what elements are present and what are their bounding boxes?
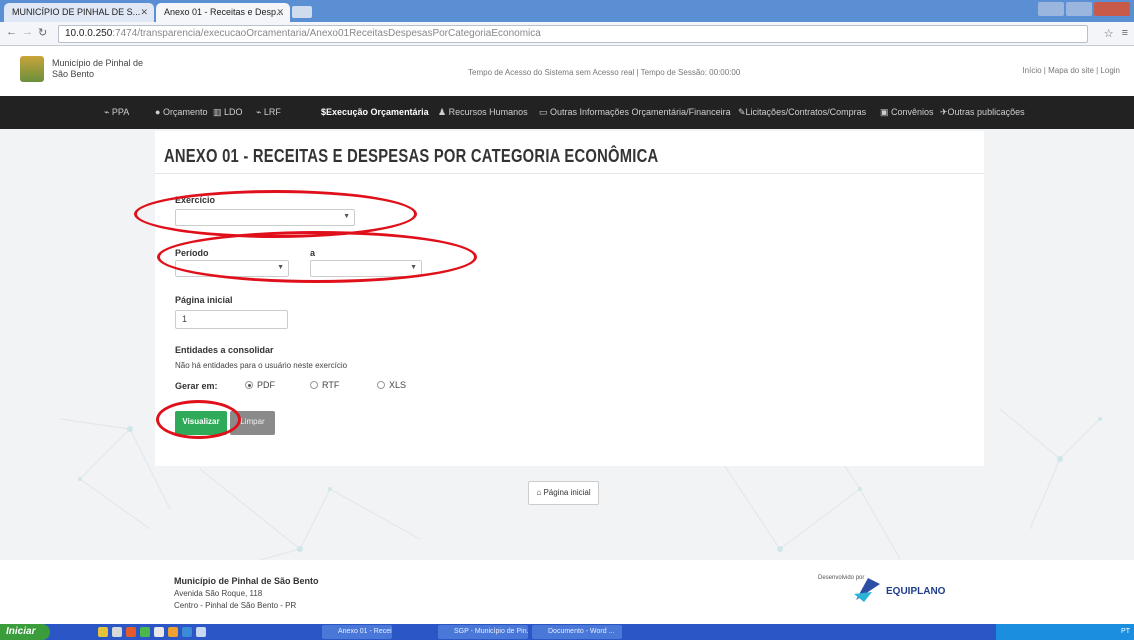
address-path: :7474/transparencia/execucaoOrcamentaria… — [112, 28, 541, 39]
session-info: Tempo de Acesso do Sistema sem Acesso re… — [468, 68, 741, 77]
user-links[interactable]: Início | Mapa do site | Login — [1022, 66, 1120, 75]
menu-item-orcamento[interactable]: ● Orçamento — [155, 107, 207, 117]
taskbar-task-sgp[interactable]: SGP - Município de Pin... — [438, 625, 528, 639]
reload-icon[interactable]: ↻ — [38, 26, 47, 39]
browser-tab-strip: MUNICÍPIO DE PINHAL DE S... ✕ Anexo 01 -… — [0, 0, 1134, 22]
taskbar-task-browser[interactable]: Anexo 01 - Receitas ... — [322, 625, 392, 639]
browser-actions: ☆ ≡ — [1104, 27, 1128, 40]
menu-item-lrf[interactable]: ⌁ LRF — [256, 107, 281, 118]
menu-item-rh[interactable]: ♟ Recursos Humanos — [438, 107, 528, 118]
equiplano-name[interactable]: EQUIPLANO — [886, 586, 945, 597]
pagina-inicial-input[interactable]: 1 — [175, 310, 288, 329]
quicklaunch-icon[interactable] — [196, 627, 206, 637]
entidades-note: Não há entidades para o usuário neste ex… — [175, 361, 348, 370]
taskbar-task-word[interactable]: Documento - Word ... — [532, 625, 622, 639]
tab-title: MUNICÍPIO DE PINHAL DE S... — [12, 7, 141, 17]
footer-address: Município de Pinhal de São Bento Avenida… — [174, 575, 319, 612]
os-taskbar: Iniciar Anexo 01 - Receitas ... SGP - Mu… — [0, 624, 1134, 640]
system-tray: PT — [996, 624, 1134, 640]
menu-icon[interactable]: ≡ — [1122, 27, 1128, 40]
footer-name: Município de Pinhal de São Bento — [174, 576, 319, 586]
pagina-inicial-label: Página inicial — [175, 295, 233, 305]
highlight-visualizar — [156, 400, 241, 439]
language-indicator[interactable]: PT — [1121, 628, 1130, 635]
highlight-exercicio — [134, 190, 417, 238]
close-icon[interactable]: ✕ — [276, 7, 284, 18]
close-icon[interactable]: ✕ — [140, 7, 148, 18]
menu-item-licitacoes[interactable]: ✎Licitações/Contratos/Compras — [738, 107, 866, 118]
wrench-icon: ✎ — [738, 107, 746, 117]
quicklaunch-icon[interactable] — [98, 627, 108, 637]
back-icon[interactable]: ← — [6, 26, 17, 38]
new-tab-button[interactable] — [292, 6, 312, 18]
radio-dot — [245, 381, 253, 389]
chart-icon: ⌁ — [104, 107, 112, 117]
footer-street: Avenida São Roque, 118 — [174, 589, 263, 598]
highlight-periodo — [157, 231, 477, 283]
menu-item-outras-info[interactable]: ▭ Outras Informações Orçamentária/Financ… — [539, 107, 731, 118]
start-button[interactable]: Iniciar — [0, 624, 50, 640]
report-form-card: ANEXO 01 - RECEITAS E DESPESAS POR CATEG… — [155, 131, 984, 466]
pagina-inicial-button[interactable]: ⌂ Página inicial — [528, 481, 599, 505]
quicklaunch-icon[interactable] — [112, 627, 122, 637]
quicklaunch-icon[interactable] — [154, 627, 164, 637]
menu-item-convenios[interactable]: ▣ Convênios — [880, 107, 934, 118]
municipality-logo — [20, 56, 44, 82]
entidades-label: Entidades a consolidar — [175, 345, 274, 355]
gerar-em-label: Gerar em: — [175, 381, 218, 391]
bookmark-star-icon[interactable]: ☆ — [1104, 27, 1114, 40]
menu-item-ldo[interactable]: ▥ LDO — [213, 107, 243, 118]
menu-item-ppa[interactable]: ⌁ PPA — [104, 107, 129, 118]
main-menu: ⌁ PPA ● Orçamento ▥ LDO ⌁ LRF $Execução … — [0, 96, 1134, 129]
browser-toolbar: ← → ↻ 10.0.0.250:7474/transparencia/exec… — [0, 22, 1134, 46]
format-pdf-radio[interactable]: PDF — [245, 380, 275, 390]
browser-tab-municipio[interactable]: MUNICÍPIO DE PINHAL DE S... ✕ — [4, 3, 154, 22]
window-controls — [1038, 2, 1130, 16]
quicklaunch-icon[interactable] — [182, 627, 192, 637]
quicklaunch-icon[interactable] — [126, 627, 136, 637]
plane-icon: ✈ — [940, 107, 948, 117]
title-divider — [155, 173, 984, 174]
minimize-button[interactable] — [1038, 2, 1064, 16]
footer-city: Centro - Pinhal de São Bento - PR — [174, 601, 297, 610]
folder-icon: ▭ — [539, 107, 551, 117]
format-rtf-radio[interactable]: RTF — [310, 380, 339, 390]
radio-dot — [310, 381, 318, 389]
brand-line-2: São Bento — [52, 69, 95, 79]
quicklaunch-icon[interactable] — [168, 627, 178, 637]
address-bar[interactable]: 10.0.0.250:7474/transparencia/execucaoOr… — [58, 25, 1088, 43]
site-brand[interactable]: Município de Pinhal de São Bento — [52, 58, 143, 80]
equiplano-logo-icon[interactable] — [850, 572, 884, 606]
format-xls-radio[interactable]: XLS — [377, 380, 406, 390]
menu-item-outras-publicacoes[interactable]: ✈Outras publicações — [940, 107, 1025, 118]
bank-icon: ▥ — [213, 107, 225, 117]
page-title: ANEXO 01 - RECEITAS E DESPESAS POR CATEG… — [164, 146, 659, 166]
address-host: 10.0.0.250 — [65, 28, 113, 39]
maximize-button[interactable] — [1066, 2, 1092, 16]
id-icon: ▣ — [880, 107, 892, 117]
chart-icon: ⌁ — [256, 107, 264, 117]
site-header: Município de Pinhal de São Bento Tempo d… — [0, 46, 1134, 96]
forward-icon[interactable]: → — [22, 26, 33, 38]
site-footer: Município de Pinhal de São Bento Avenida… — [0, 560, 1134, 624]
radio-dot — [377, 381, 385, 389]
quicklaunch-icon[interactable] — [140, 627, 150, 637]
browser-tab-anexo[interactable]: Anexo 01 - Receitas e Desp... ✕ — [156, 3, 290, 22]
tab-title: Anexo 01 - Receitas e Desp... — [164, 7, 284, 17]
close-window-button[interactable] — [1094, 2, 1130, 16]
menu-item-execucao[interactable]: $Execução Orçamentária — [321, 107, 429, 117]
brand-line-1: Município de Pinhal de — [52, 58, 144, 68]
users-icon: ♟ — [438, 107, 449, 117]
globe-icon: ● — [155, 107, 163, 117]
